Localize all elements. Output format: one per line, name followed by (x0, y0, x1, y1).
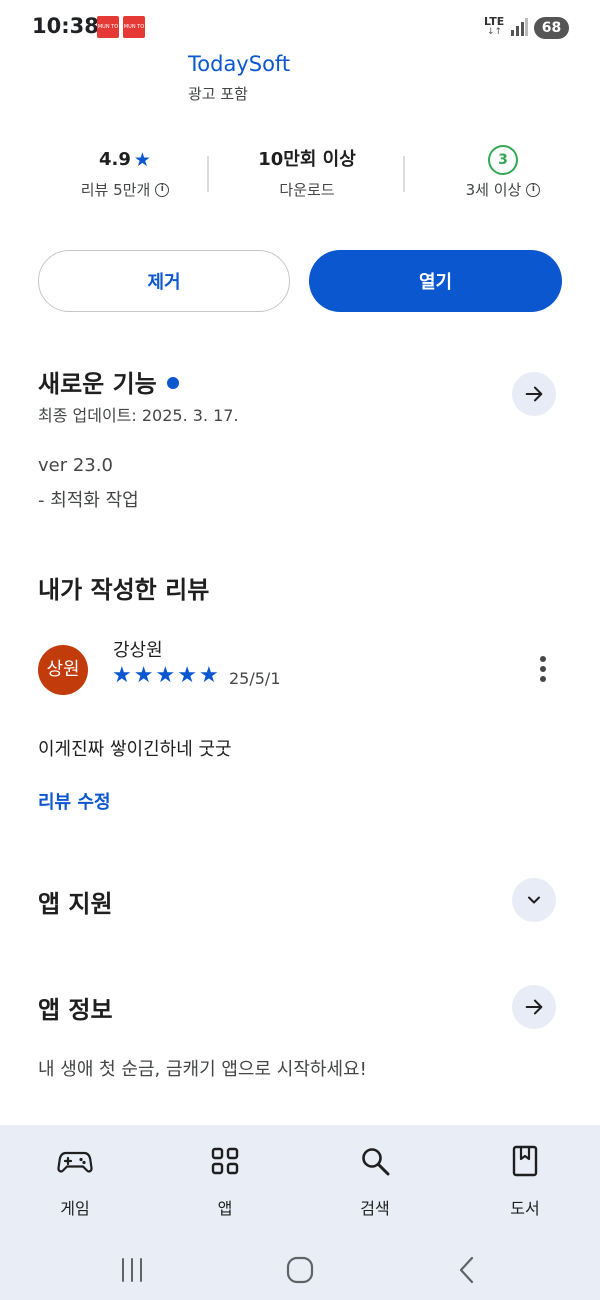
reviewer-name: 강상원 (113, 640, 163, 661)
status-time: 10:38 (32, 14, 99, 38)
search-icon (362, 1148, 390, 1176)
whats-new-arrow-button[interactable] (512, 372, 556, 416)
nav-books-label: 도서 (510, 1199, 540, 1218)
whats-new-title: 새로운 기능 (38, 370, 157, 398)
edit-review-link[interactable]: 리뷰 수정 (38, 788, 111, 814)
age-rating-stat[interactable]: 3 3세 이상 i (418, 145, 588, 200)
system-navigation-bar (0, 1250, 600, 1290)
apps-grid-icon (211, 1147, 239, 1175)
version-text: ver 23.0 (38, 455, 113, 476)
nav-games-label: 게임 (60, 1199, 90, 1218)
app-info-arrow-button[interactable] (512, 985, 556, 1029)
age-rating-badge: 3 (488, 145, 518, 175)
avatar: 상원 (38, 645, 88, 695)
nav-books[interactable]: 도서 (485, 1143, 565, 1219)
rating-stat[interactable]: 4.9 ★ 리뷰 5만개 i (40, 146, 210, 200)
open-button[interactable]: 열기 (309, 250, 562, 312)
arrow-right-icon (525, 386, 543, 402)
app-description: 내 생애 첫 순금, 금캐기 앱으로 시작하세요! (38, 1059, 367, 1080)
back-icon (459, 1256, 474, 1284)
stat-divider (403, 156, 405, 192)
developer-link[interactable]: TodaySoft (188, 52, 290, 76)
nav-games[interactable]: 게임 (35, 1143, 115, 1219)
review-text: 이게진짜 쌓이긴하네 굿굿 (38, 739, 232, 760)
data-activity-icon: ↓↑ (487, 27, 503, 37)
star-icon: ★ (133, 663, 154, 688)
recents-button[interactable] (115, 1250, 149, 1290)
notification-icon: MUN TO (97, 16, 119, 38)
review-stars: ★ ★ ★ ★ ★ (112, 664, 219, 688)
downloads-stat: 10만회 이상 다운로드 (222, 146, 392, 200)
my-review-title: 내가 작성한 리뷰 (38, 576, 210, 604)
info-icon: i (155, 182, 170, 197)
uninstall-button[interactable]: 제거 (38, 250, 290, 312)
bottom-navigation: 게임 앱 검색 도서 (0, 1125, 600, 1300)
nav-apps[interactable]: 앱 (185, 1143, 265, 1219)
home-icon (286, 1256, 314, 1284)
ads-note: 광고 포함 (188, 85, 248, 103)
gamepad-icon (57, 1151, 93, 1173)
new-indicator-dot (166, 377, 179, 389)
last-updated: 최종 업데이트: 2025. 3. 17. (38, 406, 239, 425)
star-icon: ★ (133, 149, 151, 171)
status-bar: 10:38 MUN TO MUN TO LTE ↓↑ 68 (0, 0, 600, 56)
chevron-down-icon (528, 896, 540, 904)
star-icon: ★ (155, 663, 176, 688)
book-icon (512, 1145, 538, 1177)
review-count: 리뷰 5만개 (80, 181, 151, 199)
network-type: LTE (484, 15, 505, 28)
release-notes: - 최적화 작업 (38, 490, 139, 511)
nav-search-label: 검색 (360, 1199, 390, 1218)
notification-icon: MUN TO (123, 16, 145, 38)
review-date: 25/5/1 (229, 669, 281, 688)
signal-icon (511, 18, 528, 36)
arrow-right-icon (525, 999, 543, 1015)
star-icon: ★ (112, 663, 132, 688)
recents-icon (122, 1258, 142, 1282)
rating-value: 4.9 (99, 149, 131, 170)
info-icon: i (526, 182, 541, 197)
nav-apps-label: 앱 (217, 1199, 233, 1218)
battery-icon: 68 (534, 17, 569, 39)
star-icon: ★ (198, 663, 219, 688)
downloads-label: 다운로드 (279, 181, 335, 199)
app-support-expand-button[interactable] (512, 878, 556, 922)
home-button[interactable] (283, 1250, 317, 1290)
nav-search[interactable]: 검색 (335, 1143, 415, 1219)
back-button[interactable] (452, 1250, 482, 1290)
downloads-value: 10만회 이상 (258, 149, 356, 170)
age-rating-label: 3세 이상 (465, 181, 522, 199)
app-info-title: 앱 정보 (38, 996, 113, 1024)
whats-new-header: 새로운 기능 (38, 364, 179, 399)
star-icon: ★ (177, 663, 197, 688)
more-options-icon[interactable] (530, 652, 556, 686)
stat-divider (207, 156, 209, 192)
app-support-title[interactable]: 앱 지원 (38, 884, 113, 919)
